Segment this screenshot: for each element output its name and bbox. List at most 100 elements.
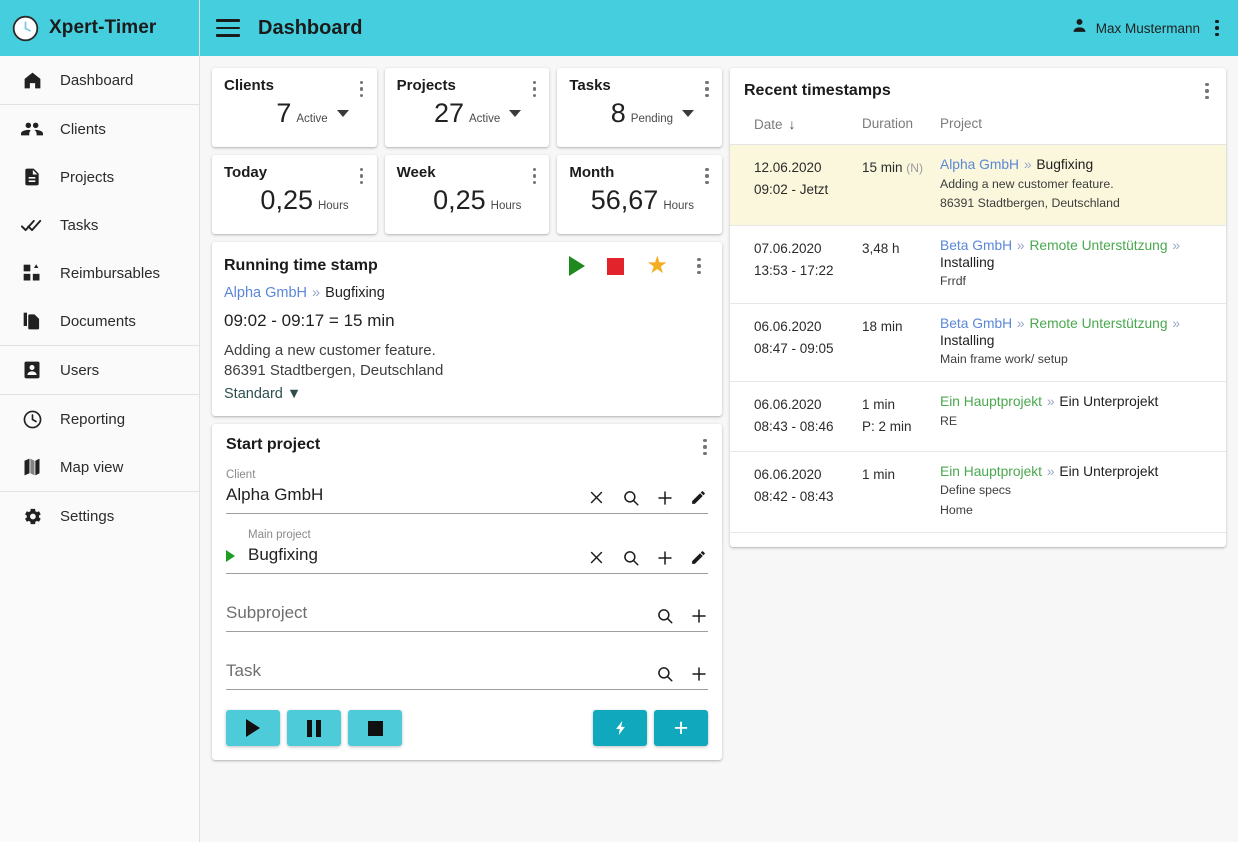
stop-button[interactable]	[348, 710, 402, 746]
sidebar-item-tasks[interactable]: Tasks	[0, 201, 199, 249]
running-timestamp-rate-dropdown[interactable]: Standard ▼	[224, 386, 708, 402]
subproject-field-placeholder: Subproject	[226, 603, 308, 622]
stat-overflow-menu[interactable]	[525, 78, 543, 100]
add-icon[interactable]	[689, 606, 708, 625]
sidebar-item-projects[interactable]: Projects	[0, 153, 199, 201]
dashboard-content: Clients 7 Active Projects 27 Active Task…	[200, 56, 1238, 842]
stat-overflow-menu[interactable]	[525, 165, 543, 187]
main-project-field[interactable]: Main project Bugfixing	[226, 528, 708, 574]
start-button[interactable]	[226, 710, 280, 746]
row-date-cell: 06.06.2020 08:43 - 08:46	[754, 394, 862, 439]
row-duration-value: 15 min	[862, 160, 903, 175]
running-client-link[interactable]: Alpha GmbH	[224, 285, 307, 301]
pause-button[interactable]	[287, 710, 341, 746]
edit-icon[interactable]	[689, 548, 708, 567]
search-icon[interactable]	[621, 548, 640, 567]
sidebar-item-reporting[interactable]: Reporting	[0, 395, 199, 443]
sidebar-item-map-view[interactable]: Map view	[0, 443, 199, 491]
stat-value-row: 8 Pending	[569, 100, 712, 127]
topbar-right: Max Mustermann	[1071, 17, 1226, 39]
stat-card-tasks[interactable]: Tasks 8 Pending	[557, 68, 723, 147]
task-field[interactable]: Task	[226, 646, 708, 690]
stat-card-week[interactable]: Week 0,25 Hours	[384, 155, 550, 234]
edit-icon[interactable]	[689, 488, 708, 507]
row-client-link[interactable]: Beta GmbH	[940, 316, 1012, 331]
stat-card-month[interactable]: Month 56,67 Hours	[557, 155, 723, 234]
sidebar-item-clients[interactable]: Clients	[0, 105, 199, 153]
row-client-link[interactable]: Beta GmbH	[940, 238, 1012, 253]
recent-timestamps-overflow-menu[interactable]	[1198, 80, 1216, 102]
brand-logo[interactable]: Xpert-Timer	[0, 0, 199, 56]
add-icon[interactable]	[655, 548, 674, 567]
row-project-cell: Alpha GmbH » Bugfixing Adding a new cust…	[940, 157, 1212, 213]
table-row[interactable]: 06.06.2020 08:42 - 08:43 1 min Ein Haupt…	[730, 452, 1226, 533]
column-header-project[interactable]: Project	[940, 116, 1212, 132]
sidebar-item-users[interactable]: Users	[0, 346, 199, 394]
add-button[interactable]: +	[654, 710, 708, 746]
star-icon[interactable]: ★	[646, 254, 668, 278]
stop-icon	[367, 720, 383, 736]
row-mid-project[interactable]: Remote Unterstützung	[1029, 238, 1167, 253]
row-client-link[interactable]: Alpha GmbH	[940, 157, 1019, 172]
stat-value-row: 0,25 Hours	[397, 187, 540, 214]
table-row[interactable]: 06.06.2020 08:43 - 08:46 1 min P: 2 min …	[730, 382, 1226, 452]
hamburger-icon[interactable]	[216, 19, 240, 37]
quick-add-button[interactable]	[593, 710, 647, 746]
stat-overflow-menu[interactable]	[353, 165, 371, 187]
breadcrumb-separator: »	[1016, 238, 1025, 254]
column-header-duration[interactable]: Duration	[862, 116, 940, 132]
map-icon	[21, 456, 43, 478]
clear-icon[interactable]	[587, 548, 606, 567]
column-header-date[interactable]: Date ↓	[754, 116, 862, 132]
row-client-link[interactable]: Ein Hauptprojekt	[940, 394, 1042, 409]
row-date: 06.06.2020	[754, 397, 822, 413]
clear-icon[interactable]	[587, 488, 606, 507]
chevron-down-icon[interactable]	[682, 110, 695, 117]
stat-value: 8	[610, 98, 626, 128]
row-project-path: Alpha GmbH » Bugfixing	[940, 157, 1212, 174]
chevron-down-icon[interactable]	[336, 110, 349, 117]
add-icon[interactable]	[689, 664, 708, 683]
user-menu[interactable]: Max Mustermann	[1071, 17, 1200, 39]
stat-value: 56,67	[590, 185, 659, 215]
subproject-field[interactable]: Subproject	[226, 588, 708, 632]
row-mid-project[interactable]: Remote Unterstützung	[1029, 316, 1167, 331]
stop-icon[interactable]	[607, 257, 625, 275]
table-row[interactable]: 06.06.2020 08:47 - 09:05 18 min Beta Gmb…	[730, 304, 1226, 383]
table-row[interactable]: 07.06.2020 13:53 - 17:22 3,48 h Beta Gmb…	[730, 226, 1226, 305]
stat-card-clients[interactable]: Clients 7 Active	[212, 68, 377, 147]
breadcrumb-separator: »	[1016, 316, 1025, 332]
chevron-down-icon[interactable]	[509, 110, 522, 117]
stat-card-projects[interactable]: Projects 27 Active	[384, 68, 550, 147]
running-timestamp-overflow-menu[interactable]	[690, 255, 708, 277]
add-icon[interactable]	[655, 488, 674, 507]
breadcrumb-separator: »	[1046, 463, 1055, 479]
topbar-overflow-menu[interactable]	[1208, 17, 1226, 39]
row-project-path: Beta GmbH » Remote Unterstützung » Insta…	[940, 238, 1212, 271]
stat-overflow-menu[interactable]	[698, 78, 716, 100]
sidebar-item-dashboard[interactable]: Dashboard	[0, 56, 199, 104]
sidebar-item-documents[interactable]: Documents	[0, 297, 199, 345]
row-time: 08:42 - 08:43	[754, 488, 834, 504]
stat-title: Month	[569, 164, 615, 181]
play-icon[interactable]	[569, 256, 586, 276]
search-icon[interactable]	[655, 664, 674, 683]
task-field-icons	[655, 664, 708, 683]
search-icon[interactable]	[655, 606, 674, 625]
sidebar-item-settings[interactable]: Settings	[0, 492, 199, 540]
row-client-link[interactable]: Ein Hauptprojekt	[940, 464, 1042, 479]
pause-icon	[307, 719, 321, 737]
stat-overflow-menu[interactable]	[353, 78, 371, 100]
sidebar-item-reimbursables[interactable]: Reimbursables	[0, 249, 199, 297]
topbar: Dashboard Max Mustermann	[200, 0, 1238, 56]
sidebar-label: Documents	[60, 312, 136, 330]
client-field[interactable]: Client Alpha GmbH	[226, 468, 708, 514]
row-duration: 1 min	[862, 466, 896, 482]
table-row[interactable]: 12.06.2020 09:02 - Jetzt 15 min (N) Alph…	[730, 145, 1226, 227]
stat-overflow-menu[interactable]	[698, 165, 716, 187]
stat-card-today[interactable]: Today 0,25 Hours	[212, 155, 377, 234]
start-project-overflow-menu[interactable]	[696, 436, 714, 458]
stat-title: Today	[224, 164, 268, 181]
search-icon[interactable]	[621, 488, 640, 507]
left-column: Clients 7 Active Projects 27 Active Task…	[212, 68, 723, 760]
